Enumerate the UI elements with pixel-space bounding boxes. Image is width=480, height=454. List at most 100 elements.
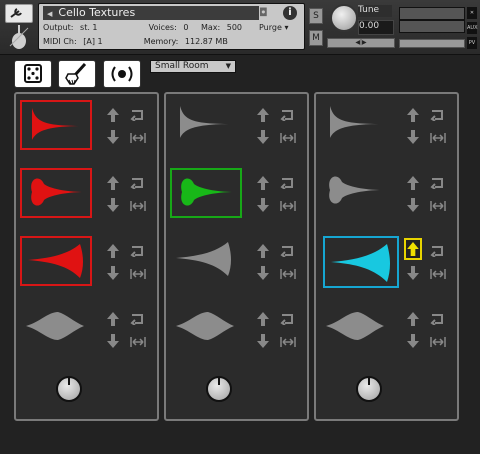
broadcast-button[interactable] [103, 60, 141, 88]
arrow-up-icon[interactable] [257, 108, 269, 122]
envelope-slot-1-1[interactable] [20, 100, 92, 150]
fan-shape-icon [176, 242, 231, 276]
loop-icon[interactable] [430, 245, 446, 257]
aux-button[interactable]: AUX [467, 22, 478, 34]
arrow-down-icon[interactable] [257, 266, 269, 280]
stretch-icon[interactable] [130, 200, 146, 212]
loop-icon[interactable] [130, 245, 146, 257]
envelope-slot-1-3[interactable] [20, 236, 92, 286]
arrow-up-icon[interactable] [257, 244, 269, 258]
stretch-icon[interactable] [280, 336, 296, 348]
pv-button[interactable]: PV [467, 37, 477, 49]
purge-button[interactable]: Purge ▾ [259, 23, 297, 33]
stretch-icon[interactable] [430, 336, 446, 348]
envelope-slot-2-3[interactable] [170, 236, 242, 286]
volume-slider[interactable] [399, 39, 465, 48]
loop-icon[interactable] [280, 313, 296, 325]
arrow-down-icon[interactable] [407, 266, 419, 280]
arrow-up-icon[interactable] [407, 108, 419, 122]
arrow-up-icon[interactable] [107, 176, 119, 190]
loop-icon[interactable] [430, 313, 446, 325]
instrument-title: Cello Textures [58, 6, 136, 19]
memory-value: 112.87 MB [184, 37, 228, 46]
drop-shape-icon [329, 176, 382, 204]
envelope-slot-1-4[interactable] [20, 304, 92, 354]
arrow-up-icon[interactable] [407, 312, 419, 326]
envelope-slot-1-2[interactable] [20, 168, 92, 218]
max-label: Max: [200, 23, 221, 32]
loop-icon[interactable] [130, 313, 146, 325]
envelope-slot-2-2[interactable] [170, 168, 242, 218]
envelope-slot-2-1[interactable] [170, 100, 242, 150]
pan-slider[interactable]: ◀|▶ [327, 38, 395, 48]
stretch-icon[interactable] [130, 268, 146, 280]
loop-icon[interactable] [280, 245, 296, 257]
arrow-down-icon[interactable] [107, 198, 119, 212]
brush-icon [65, 62, 87, 85]
max-value[interactable]: 500 [227, 23, 242, 32]
stretch-icon[interactable] [280, 200, 296, 212]
reverb-value: Small Room [155, 61, 209, 71]
camera-icon[interactable]: ◘ [259, 6, 275, 20]
arrow-down-icon[interactable] [407, 130, 419, 144]
stretch-icon[interactable] [430, 268, 446, 280]
arrow-up-icon[interactable] [257, 176, 269, 190]
arrow-down-icon[interactable] [107, 266, 119, 280]
mute-button[interactable]: M [309, 30, 323, 46]
stretch-icon[interactable] [130, 132, 146, 144]
arrow-down-icon[interactable] [257, 334, 269, 348]
dice-icon [24, 64, 42, 83]
envelope-slot-3-3[interactable] [323, 236, 399, 288]
loop-icon[interactable] [280, 109, 296, 121]
loop-icon[interactable] [130, 177, 146, 189]
midi-value[interactable]: [A] 1 [83, 37, 102, 46]
stretch-icon[interactable] [280, 132, 296, 144]
loop-icon[interactable] [130, 109, 146, 121]
layer-knob-3[interactable] [356, 376, 382, 402]
solo-button[interactable]: S [309, 8, 323, 24]
instrument-title-bar[interactable]: ◀ Cello Textures [43, 6, 259, 20]
reverb-dropdown[interactable]: Small Room ▼ [150, 60, 236, 73]
arrow-down-icon[interactable] [407, 334, 419, 348]
instrument-info-panel: ◀ Cello Textures ◘ i Output: st. 1 Voices… [38, 3, 305, 50]
envelope-slot-3-4[interactable] [320, 304, 392, 354]
memory-label: Memory: [143, 37, 179, 46]
loop-icon[interactable] [280, 177, 296, 189]
stretch-icon[interactable] [280, 268, 296, 280]
arrow-up-icon[interactable] [107, 108, 119, 122]
arrow-up-icon[interactable] [257, 312, 269, 326]
close-icon[interactable]: ✕ [467, 7, 477, 19]
arrow-up-icon[interactable] [107, 244, 119, 258]
randomize-button[interactable] [14, 60, 52, 88]
arrow-down-icon[interactable] [407, 198, 419, 212]
stretch-icon[interactable] [430, 132, 446, 144]
voices-value: 0 [183, 23, 189, 32]
loop-icon[interactable] [430, 177, 446, 189]
stretch-icon[interactable] [130, 336, 146, 348]
tune-knob[interactable] [330, 4, 358, 32]
collapse-arrow-icon[interactable]: ◀ [47, 10, 52, 18]
voices-label: Voices: [148, 23, 177, 32]
stretch-icon[interactable] [430, 200, 446, 212]
output-value[interactable]: st. 1 [80, 23, 97, 32]
layer-knob-2[interactable] [206, 376, 232, 402]
loop-icon[interactable] [430, 109, 446, 121]
chevron-down-icon: ▼ [225, 62, 231, 70]
info-icon[interactable]: i [283, 6, 297, 20]
arrow-up-icon[interactable] [407, 176, 419, 190]
tune-value[interactable]: 0.00 [358, 20, 394, 35]
arrow-down-icon[interactable] [107, 130, 119, 144]
arrow-down-icon[interactable] [257, 130, 269, 144]
clear-button[interactable] [58, 60, 96, 88]
envelope-slot-3-1[interactable] [320, 100, 392, 150]
wrench-button[interactable] [5, 4, 33, 23]
layer-panel-3 [314, 92, 459, 421]
envelope-slot-3-2[interactable] [320, 168, 392, 218]
arrow-up-icon[interactable] [107, 312, 119, 326]
layer-knob-1[interactable] [56, 376, 82, 402]
arrow-down-icon[interactable] [107, 334, 119, 348]
arrow-down-icon[interactable] [257, 198, 269, 212]
envelope-slot-2-4[interactable] [170, 304, 242, 354]
midi-row: MIDI Ch: [A] 1 Memory: 112.87 MB [43, 37, 232, 46]
arrow-up-highlighted-button[interactable] [404, 238, 422, 260]
